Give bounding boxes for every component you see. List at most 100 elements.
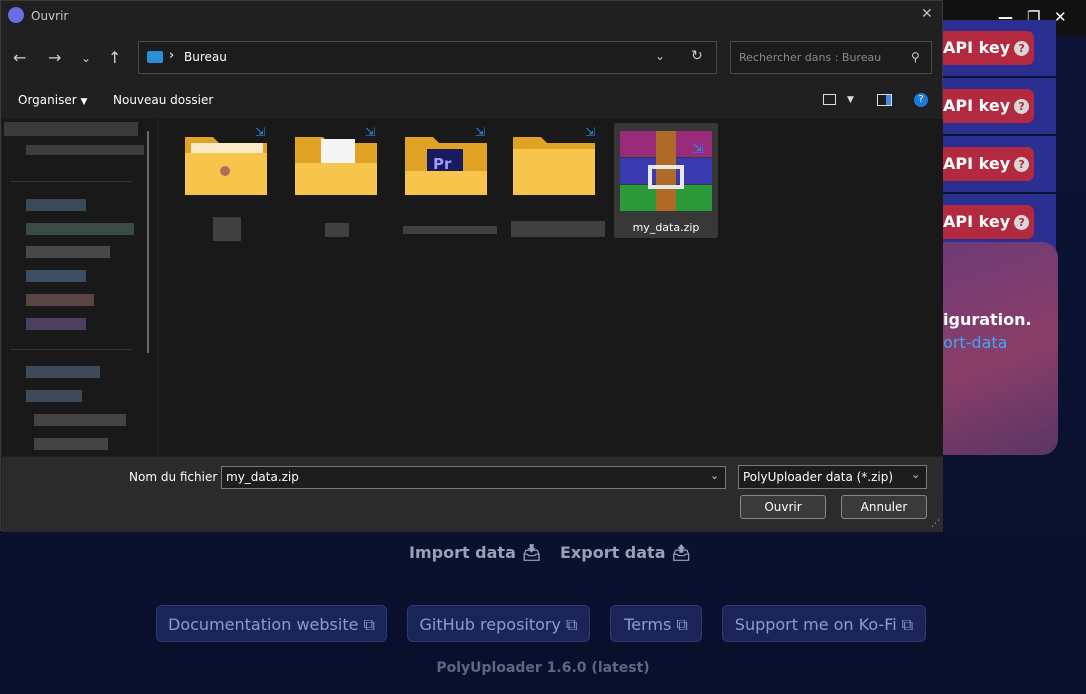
app-icon: [8, 7, 24, 23]
blurred-file-name: [403, 226, 497, 234]
file-import-icon: 📥︎: [521, 543, 542, 562]
github-link-button[interactable]: GitHub repository ⧉: [407, 605, 590, 642]
refresh-icon[interactable]: ↻: [691, 48, 703, 64]
shortcut-arrow-icon: ⇲: [365, 125, 376, 139]
file-export-icon: 📤︎: [671, 543, 692, 562]
divider: [10, 181, 132, 182]
api-key-label: API key: [943, 38, 1011, 57]
resize-grip-icon[interactable]: ⋰: [931, 519, 940, 529]
folder-item[interactable]: Pr ⇲: [403, 125, 499, 239]
shortcut-arrow-icon: ⇲: [692, 141, 704, 157]
nav-item[interactable]: [34, 414, 126, 426]
import-label: Import data: [409, 543, 516, 562]
nav-item[interactable]: [4, 122, 138, 136]
export-label: Export data: [560, 543, 666, 562]
search-input[interactable]: Rechercher dans : Bureau ⚲: [730, 41, 932, 74]
documentation-link-button[interactable]: Documentation website ⧉: [156, 605, 387, 642]
breadcrumb[interactable]: Bureau: [184, 50, 227, 64]
version-label: PolyUploader 1.6.0 (latest): [436, 660, 650, 676]
back-icon[interactable]: ←: [13, 48, 26, 67]
help-icon: ?: [1014, 99, 1030, 114]
file-type-select[interactable]: PolyUploader data (*.zip) ⌄: [738, 465, 927, 489]
help-icon: ?: [1014, 157, 1030, 172]
new-folder-button[interactable]: Nouveau dossier: [113, 93, 213, 107]
api-key-label: API key: [943, 212, 1011, 231]
nav-item[interactable]: [26, 199, 86, 211]
shortcut-arrow-icon: ⇲: [585, 125, 596, 139]
api-key-button[interactable]: API key?: [943, 89, 1034, 123]
terms-link-button[interactable]: Terms ⧉: [610, 605, 702, 642]
kofi-link-button[interactable]: Support me on Ko-Fi ⧉: [722, 605, 926, 642]
view-options-icon[interactable]: [823, 94, 836, 105]
up-icon[interactable]: ↑: [108, 48, 121, 67]
caret-down-icon: ▼: [80, 97, 88, 107]
file-type-value: PolyUploader data (*.zip): [743, 470, 894, 484]
address-bar[interactable]: › Bureau ⌄ ↻: [138, 41, 717, 74]
file-name: my_data.zip: [632, 221, 700, 234]
api-key-button[interactable]: API key?: [943, 31, 1034, 65]
help-icon: ?: [1014, 215, 1030, 230]
folder-item[interactable]: ⇲: [293, 125, 381, 239]
link-label: Terms: [624, 615, 672, 634]
blurred-file-name: [325, 223, 349, 237]
api-key-label: API key: [943, 154, 1011, 173]
external-link-icon: ⧉: [363, 615, 375, 634]
external-link-icon: ⧉: [901, 615, 914, 634]
zip-file-item[interactable]: ⇲ my_data.zip: [614, 123, 718, 238]
help-icon[interactable]: ?: [914, 93, 928, 107]
nav-item[interactable]: [34, 438, 108, 450]
forward-icon[interactable]: →: [48, 48, 61, 67]
search-placeholder: Rechercher dans : Bureau: [739, 51, 882, 64]
filename-input[interactable]: my_data.zip ⌄: [221, 466, 726, 489]
folder-item[interactable]: ⇲: [183, 125, 271, 241]
nav-item[interactable]: [26, 223, 134, 235]
open-file-dialog: Ouvrir ✕ ← → ⌄ ↑ › Bureau ⌄ ↻ Rechercher…: [0, 0, 943, 532]
link-label: Support me on Ko-Fi: [734, 615, 897, 634]
svg-text:Pr: Pr: [433, 155, 452, 173]
link-label: GitHub repository: [419, 615, 561, 634]
nav-item[interactable]: [26, 246, 110, 258]
api-key-button[interactable]: API key?: [943, 205, 1034, 239]
scrollbar[interactable]: [147, 131, 149, 353]
search-icon: ⚲: [911, 50, 920, 64]
caret-down-icon[interactable]: ▼: [847, 95, 854, 105]
nav-item[interactable]: [26, 318, 86, 330]
organize-button[interactable]: Organiser ▼: [18, 93, 87, 107]
import-data-button[interactable]: Import data 📥︎: [409, 543, 542, 562]
link-label: Documentation website: [168, 615, 359, 634]
blurred-file-name: [213, 217, 241, 241]
recent-locations-icon[interactable]: ⌄: [81, 51, 91, 65]
chevron-right-icon: ›: [169, 48, 175, 63]
chevron-down-icon: ⌄: [911, 468, 921, 481]
help-icon: ?: [1014, 41, 1030, 56]
shortcut-arrow-icon: ⇲: [255, 125, 266, 139]
chevron-down-icon[interactable]: ⌄: [710, 469, 719, 482]
api-key-button[interactable]: API key?: [943, 147, 1034, 181]
config-link[interactable]: ort-data: [943, 333, 1007, 352]
preview-pane-icon[interactable]: [877, 94, 892, 106]
filename-value: my_data.zip: [226, 470, 299, 484]
nav-item[interactable]: [26, 390, 82, 402]
desktop-icon: [147, 51, 163, 63]
organize-label: Organiser: [18, 93, 77, 107]
folder-item[interactable]: ⇲: [511, 125, 607, 253]
navigation-pane: [2, 119, 157, 456]
cancel-button[interactable]: Annuler: [841, 495, 927, 519]
open-button[interactable]: Ouvrir: [740, 495, 826, 519]
close-icon[interactable]: ✕: [921, 6, 933, 22]
nav-item[interactable]: [26, 294, 94, 306]
nav-item[interactable]: [26, 270, 86, 282]
shortcut-arrow-icon: ⇲: [475, 125, 486, 139]
blurred-file-name: [511, 221, 605, 237]
external-link-icon: ⧉: [566, 615, 578, 634]
api-key-label: API key: [943, 96, 1011, 115]
nav-item[interactable]: [26, 366, 100, 378]
filename-label: Nom du fichier :: [129, 470, 226, 484]
chevron-down-icon[interactable]: ⌄: [655, 49, 665, 63]
dialog-title: Ouvrir: [31, 9, 69, 23]
config-text: iguration.: [943, 310, 1032, 329]
nav-item[interactable]: [26, 145, 144, 155]
external-link-icon: ⧉: [676, 615, 688, 634]
divider: [10, 349, 132, 350]
export-data-button[interactable]: Export data 📤︎: [560, 543, 691, 562]
